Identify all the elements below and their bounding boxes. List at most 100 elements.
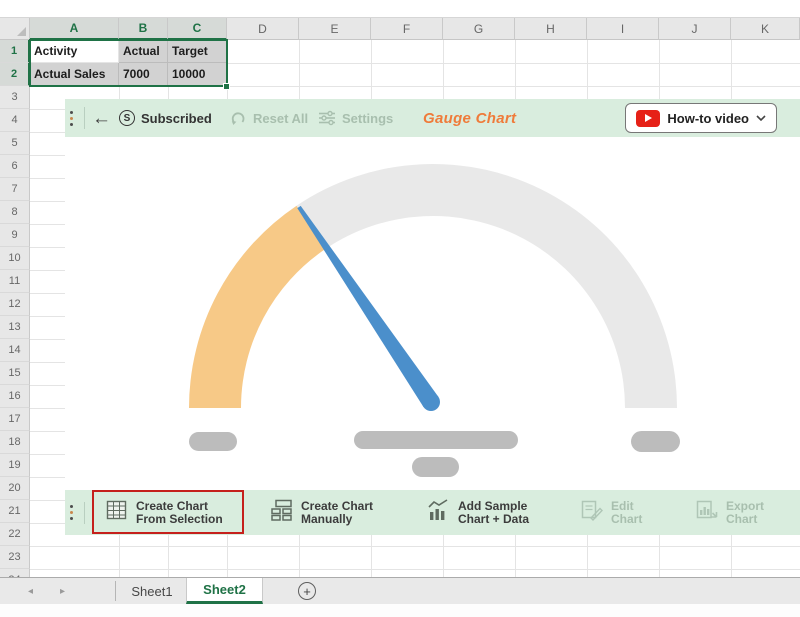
column-header-J[interactable]: J (659, 18, 731, 40)
status-strip (0, 604, 800, 617)
youtube-icon (636, 110, 660, 127)
column-header-I[interactable]: I (587, 18, 659, 40)
subscribed-icon: S (119, 110, 135, 126)
row-header-14[interactable]: 14 (0, 339, 30, 362)
addin-header-bar: ← S Subscribed Reset All Settings (65, 99, 800, 137)
column-header-C[interactable]: C (168, 18, 227, 40)
row-header-23[interactable]: 23 (0, 546, 30, 569)
settings-sliders-icon (318, 110, 336, 126)
column-header-H[interactable]: H (515, 18, 587, 40)
gauge-tick-left (189, 432, 237, 451)
edit-chart-icon (580, 498, 604, 528)
subscribed-label: Subscribed (141, 111, 212, 126)
tab-separator (115, 581, 116, 601)
gridline (30, 546, 800, 547)
row-header-17[interactable]: 17 (0, 408, 30, 431)
gauge-tick-center-small (412, 457, 459, 477)
export-chart-icon (695, 498, 719, 528)
prev-sheet-arrow[interactable]: ◂ (28, 578, 33, 604)
sheet-tab-sheet1[interactable]: Sheet1 (118, 578, 186, 604)
row-header-2[interactable]: 2 (0, 63, 30, 86)
header-drag-handle[interactable] (70, 99, 73, 137)
toolbar-button-label: ExportChart (726, 500, 764, 526)
gauge-needle-pivot (422, 393, 440, 411)
addin-toolbar: Create ChartFrom SelectionCreate ChartMa… (65, 490, 800, 535)
row-header-20[interactable]: 20 (0, 477, 30, 500)
gauge-tick-center (354, 431, 518, 449)
red-highlight-box (92, 490, 244, 534)
how-to-video-label: How-to video (667, 111, 749, 126)
row-header-12[interactable]: 12 (0, 293, 30, 316)
add-sheet-button[interactable]: + (298, 582, 316, 600)
toolbar-separator (84, 490, 85, 535)
gauge-filled-arc (189, 206, 326, 408)
column-header-E[interactable]: E (299, 18, 371, 40)
row-header-8[interactable]: 8 (0, 201, 30, 224)
chevron-down-icon (756, 115, 766, 121)
cell-A2[interactable]: Actual Sales (30, 63, 119, 86)
row-header-19[interactable]: 19 (0, 454, 30, 477)
cell-B2[interactable]: 7000 (119, 63, 168, 86)
cell-A1[interactable]: Activity (30, 40, 119, 63)
fill-handle[interactable] (223, 83, 230, 90)
column-header-K[interactable]: K (731, 18, 800, 40)
row-header-5[interactable]: 5 (0, 132, 30, 155)
gauge-chart-title: Gauge Chart (423, 110, 516, 127)
toolbar-button-export-chart[interactable]: ExportChart (695, 490, 764, 535)
reset-all-button[interactable]: Reset All (230, 99, 308, 137)
subscribed-button[interactable]: S Subscribed (119, 99, 212, 137)
how-to-video-button[interactable]: How-to video (625, 103, 777, 133)
gridline (30, 569, 800, 570)
header-separator (84, 99, 85, 137)
column-header-D[interactable]: D (227, 18, 299, 40)
excel-window: ABCDEFGHIJK 1234567891011121314151617181… (0, 0, 800, 617)
sheet-tab-bar: ◂ ▸ Sheet1Sheet2 + (0, 577, 800, 604)
toolbar-drag-handle[interactable] (70, 490, 73, 535)
gauge-chart (65, 137, 800, 490)
cell-C1[interactable]: Target (168, 40, 227, 63)
toolbar-button-label: Create ChartManually (301, 500, 373, 526)
column-header-F[interactable]: F (371, 18, 443, 40)
column-header-G[interactable]: G (443, 18, 515, 40)
row-header-3[interactable]: 3 (0, 86, 30, 109)
sheet-tab-sheet2[interactable]: Sheet2 (186, 578, 263, 604)
chart-type-title: Gauge Chart (423, 99, 516, 137)
row-header-21[interactable]: 21 (0, 500, 30, 523)
toolbar-button-label: EditChart (611, 500, 642, 526)
cell-C2[interactable]: 10000 (168, 63, 227, 86)
toolbar-button-create-chart-manually[interactable]: Create ChartManually (270, 490, 373, 535)
row-header-11[interactable]: 11 (0, 270, 30, 293)
next-sheet-arrow[interactable]: ▸ (60, 578, 65, 604)
row-header-10[interactable]: 10 (0, 247, 30, 270)
toolbar-button-label: Add SampleChart + Data (458, 500, 529, 526)
back-arrow-icon: ← (92, 109, 111, 128)
column-header-A[interactable]: A (30, 18, 119, 40)
toolbar-button-add-sample-chart-data[interactable]: Add SampleChart + Data (427, 490, 529, 535)
select-all-corner[interactable] (0, 18, 30, 40)
row-header-1[interactable]: 1 (0, 40, 30, 63)
row-header-4[interactable]: 4 (0, 109, 30, 132)
settings-label: Settings (342, 111, 393, 126)
row-header-13[interactable]: 13 (0, 316, 30, 339)
row-header-6[interactable]: 6 (0, 155, 30, 178)
gauge-tick-right (631, 431, 680, 452)
row-header-16[interactable]: 16 (0, 385, 30, 408)
toolbar-button-edit-chart[interactable]: EditChart (580, 490, 642, 535)
row-header-15[interactable]: 15 (0, 362, 30, 385)
column-header-B[interactable]: B (119, 18, 168, 40)
drag-dots-icon (70, 111, 73, 126)
drag-dots-icon (70, 505, 73, 520)
sample-chart-icon (427, 498, 451, 528)
gauge-chart-canvas[interactable] (65, 137, 800, 490)
cell-B1[interactable]: Actual (119, 40, 168, 63)
row-header-9[interactable]: 9 (0, 224, 30, 247)
row-header-22[interactable]: 22 (0, 523, 30, 546)
back-button[interactable]: ← (92, 99, 111, 137)
row-header-7[interactable]: 7 (0, 178, 30, 201)
list-blocks-icon (270, 498, 294, 528)
gauge-needle (297, 206, 438, 407)
settings-button[interactable]: Settings (318, 99, 393, 137)
reset-icon (230, 110, 247, 127)
row-header-18[interactable]: 18 (0, 431, 30, 454)
reset-all-label: Reset All (253, 111, 308, 126)
